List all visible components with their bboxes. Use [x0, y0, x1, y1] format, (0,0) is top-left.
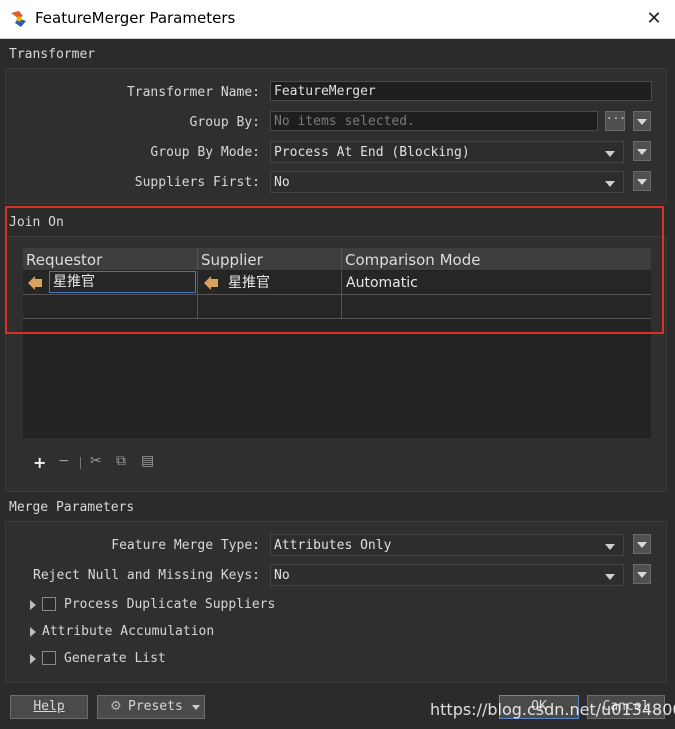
help-button[interactable]: Help — [10, 695, 88, 719]
process-duplicate-label: Process Duplicate Suppliers — [64, 597, 276, 612]
generate-list-label: Generate List — [64, 651, 166, 666]
expand-arrow-icon[interactable] — [30, 654, 36, 664]
chevron-down-icon — [637, 119, 647, 125]
merge-type-select[interactable]: Attributes Only — [270, 534, 624, 556]
merge-type-extra-button[interactable] — [633, 534, 651, 554]
merge-section-title: Merge Parameters — [9, 500, 135, 515]
process-duplicate-checkbox[interactable] — [42, 597, 56, 611]
presets-button[interactable]: ⚙ Presets — [97, 695, 205, 719]
chevron-down-icon — [637, 572, 647, 578]
fme-app-icon — [11, 11, 26, 27]
suppliers-first-extra-button[interactable] — [633, 171, 651, 191]
remove-row-button[interactable]: − — [58, 453, 70, 469]
chevron-down-icon — [637, 179, 647, 185]
presets-label: Presets — [128, 699, 183, 714]
paste-icon[interactable]: ▤ — [141, 453, 154, 469]
transformer-name-input[interactable]: FeatureMerger — [270, 81, 652, 101]
chevron-down-icon — [605, 544, 615, 550]
expand-arrow-icon[interactable] — [30, 600, 36, 610]
suppliers-first-value: No — [274, 175, 290, 190]
copy-icon[interactable]: ⧉ — [116, 453, 126, 469]
gear-icon: ⚙ — [110, 699, 122, 714]
suppliers-first-label: Suppliers First: — [134, 175, 260, 190]
group-by-label: Group By: — [189, 115, 260, 130]
chevron-down-icon — [605, 181, 615, 187]
group-by-mode-extra-button[interactable] — [633, 141, 651, 161]
group-by-ellipsis-button[interactable]: ··· — [605, 111, 626, 131]
toolbar-divider — [80, 457, 81, 469]
cut-icon[interactable]: ✂ — [90, 453, 102, 469]
chevron-down-icon — [192, 705, 200, 710]
merge-type-label: Feature Merge Type: — [111, 538, 260, 553]
chevron-down-icon — [637, 149, 647, 155]
add-row-button[interactable]: + — [33, 453, 46, 472]
group-by-input[interactable]: No items selected. — [270, 111, 598, 131]
group-by-dropdown-button[interactable] — [633, 111, 651, 131]
reject-null-value: No — [274, 568, 290, 583]
chevron-down-icon — [637, 542, 647, 548]
group-by-mode-select[interactable]: Process At End (Blocking) — [270, 141, 624, 163]
watermark-text: https://blog.csdn.net/u013480096 — [430, 700, 675, 719]
transformer-name-label: Transformer Name: — [126, 85, 260, 100]
merge-type-value: Attributes Only — [274, 538, 392, 553]
suppliers-first-select[interactable]: No — [270, 171, 624, 193]
chevron-down-icon — [605, 151, 615, 157]
attribute-accumulation-label[interactable]: Attribute Accumulation — [42, 624, 214, 639]
generate-list-checkbox[interactable] — [42, 651, 56, 665]
reject-null-extra-button[interactable] — [633, 564, 651, 584]
highlight-annotation-box — [5, 206, 664, 334]
transformer-section-title: Transformer — [9, 47, 96, 62]
close-icon[interactable]: ✕ — [640, 6, 668, 32]
reject-null-select[interactable]: No — [270, 564, 624, 586]
expand-arrow-icon[interactable] — [30, 627, 36, 637]
reject-null-label: Reject Null and Missing Keys: — [33, 568, 260, 583]
group-by-mode-label: Group By Mode: — [150, 145, 260, 160]
chevron-down-icon — [605, 574, 615, 580]
group-by-mode-value: Process At End (Blocking) — [274, 145, 470, 160]
window-title: FeatureMerger Parameters — [35, 9, 236, 27]
